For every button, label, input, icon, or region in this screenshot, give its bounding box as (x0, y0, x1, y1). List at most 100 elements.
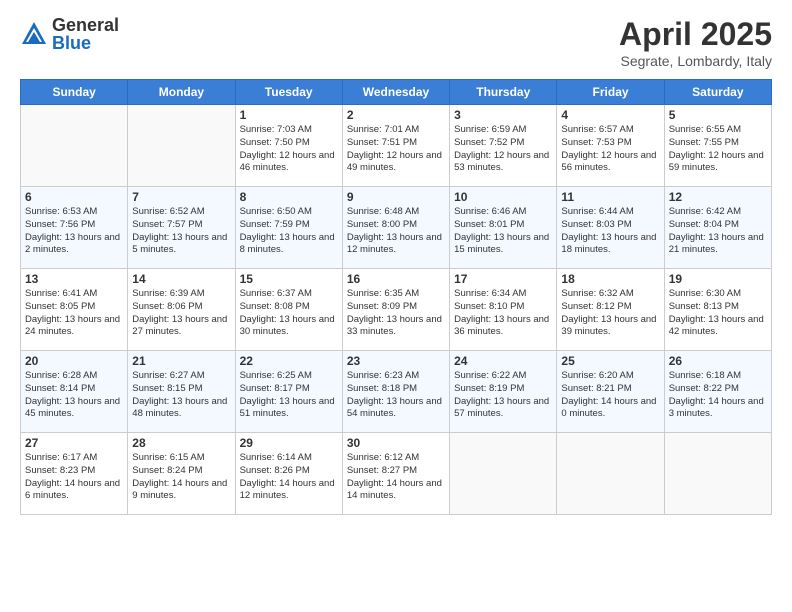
day-info: Sunrise: 6:22 AM Sunset: 8:19 PM Dayligh… (454, 370, 552, 421)
page: General Blue April 2025 Segrate, Lombard… (0, 0, 792, 612)
day-cell (664, 433, 771, 515)
day-cell: 8Sunrise: 6:50 AM Sunset: 7:59 PM Daylig… (235, 187, 342, 269)
day-cell: 29 Sunrise: 6:14 AM Sunset: 8:26 PM Dayli… (235, 433, 342, 515)
day-cell: 28 Sunrise: 6:15 AM Sunset: 8:24 PM Dayli… (128, 433, 235, 515)
col-saturday: Saturday (664, 80, 771, 105)
day-info: Sunrise: 6:28 AM Sunset: 8:14 PM Dayligh… (25, 370, 123, 421)
day-number: 6 (25, 190, 123, 204)
day-number: 4 (561, 108, 659, 122)
week-row-1: 6 Sunrise: 6:53 AM Sunset: 7:56 PM Daylig… (21, 187, 772, 269)
col-sunday: Sunday (21, 80, 128, 105)
week-row-2: 13 Sunrise: 6:41 AM Sunset: 8:05 PM Dayli… (21, 269, 772, 351)
col-monday: Monday (128, 80, 235, 105)
day-info: Sunrise: 6:41 AM Sunset: 8:05 PM Dayligh… (25, 288, 123, 339)
day-number: 9 (347, 190, 445, 204)
day-info: Sunrise: 6:14 AM Sunset: 8:26 PM Dayligh… (240, 452, 338, 503)
day-number: 15 (240, 272, 338, 286)
day-cell: 14Sunrise: 6:39 AM Sunset: 8:06 PM Dayli… (128, 269, 235, 351)
day-info: Sunrise: 6:30 AM Sunset: 8:13 PM Dayligh… (669, 288, 767, 339)
col-tuesday: Tuesday (235, 80, 342, 105)
day-cell: 18 Sunrise: 6:32 AM Sunset: 8:12 PM Dayli… (557, 269, 664, 351)
week-row-0: 1 Sunrise: 7:03 AM Sunset: 7:50 PM Daylig… (21, 105, 772, 187)
day-cell: 21 Sunrise: 6:27 AM Sunset: 8:15 PM Dayli… (128, 351, 235, 433)
day-info: Sunrise: 6:48 AM Sunset: 8:00 PM Dayligh… (347, 206, 445, 257)
day-number: 8 (240, 190, 338, 204)
day-info: Sunrise: 7:01 AM Sunset: 7:51 PM Dayligh… (347, 124, 445, 175)
day-number: 30 (347, 436, 445, 450)
day-cell: 16Sunrise: 6:35 AM Sunset: 8:09 PM Dayli… (342, 269, 449, 351)
logo: General Blue (20, 16, 119, 52)
week-row-3: 20 Sunrise: 6:28 AM Sunset: 8:14 PM Dayli… (21, 351, 772, 433)
day-number: 19 (669, 272, 767, 286)
logo-icon (20, 20, 48, 48)
day-cell (557, 433, 664, 515)
day-cell: 17 Sunrise: 6:34 AM Sunset: 8:10 PM Dayli… (450, 269, 557, 351)
day-number: 3 (454, 108, 552, 122)
day-info: Sunrise: 6:59 AM Sunset: 7:52 PM Dayligh… (454, 124, 552, 175)
day-cell: 3 Sunrise: 6:59 AM Sunset: 7:52 PM Daylig… (450, 105, 557, 187)
title-area: April 2025 Segrate, Lombardy, Italy (619, 16, 772, 69)
day-number: 11 (561, 190, 659, 204)
day-number: 12 (669, 190, 767, 204)
day-cell: 25 Sunrise: 6:20 AM Sunset: 8:21 PM Dayli… (557, 351, 664, 433)
day-cell: 19 Sunrise: 6:30 AM Sunset: 8:13 PM Dayli… (664, 269, 771, 351)
day-info: Sunrise: 6:46 AM Sunset: 8:01 PM Dayligh… (454, 206, 552, 257)
day-info: Sunrise: 6:12 AM Sunset: 8:27 PM Dayligh… (347, 452, 445, 503)
day-info: Sunrise: 6:20 AM Sunset: 8:21 PM Dayligh… (561, 370, 659, 421)
day-info: Sunrise: 6:25 AM Sunset: 8:17 PM Dayligh… (240, 370, 338, 421)
day-number: 25 (561, 354, 659, 368)
week-row-4: 27Sunrise: 6:17 AM Sunset: 8:23 PM Dayli… (21, 433, 772, 515)
day-cell: 15 Sunrise: 6:37 AM Sunset: 8:08 PM Dayli… (235, 269, 342, 351)
day-number: 20 (25, 354, 123, 368)
day-number: 27 (25, 436, 123, 450)
day-number: 2 (347, 108, 445, 122)
day-number: 21 (132, 354, 230, 368)
main-title: April 2025 (619, 16, 772, 53)
day-cell: 5 Sunrise: 6:55 AM Sunset: 7:55 PM Daylig… (664, 105, 771, 187)
day-info: Sunrise: 6:15 AM Sunset: 8:24 PM Dayligh… (132, 452, 230, 503)
day-info: Sunrise: 6:23 AM Sunset: 8:18 PM Dayligh… (347, 370, 445, 421)
day-info: Sunrise: 6:34 AM Sunset: 8:10 PM Dayligh… (454, 288, 552, 339)
day-info: Sunrise: 6:42 AM Sunset: 8:04 PM Dayligh… (669, 206, 767, 257)
day-number: 1 (240, 108, 338, 122)
day-cell (21, 105, 128, 187)
day-cell: 26Sunrise: 6:18 AM Sunset: 8:22 PM Dayli… (664, 351, 771, 433)
day-number: 7 (132, 190, 230, 204)
day-number: 16 (347, 272, 445, 286)
day-info: Sunrise: 6:37 AM Sunset: 8:08 PM Dayligh… (240, 288, 338, 339)
day-cell: 9 Sunrise: 6:48 AM Sunset: 8:00 PM Daylig… (342, 187, 449, 269)
day-cell: 20 Sunrise: 6:28 AM Sunset: 8:14 PM Dayli… (21, 351, 128, 433)
day-number: 28 (132, 436, 230, 450)
day-number: 5 (669, 108, 767, 122)
day-cell: 10 Sunrise: 6:46 AM Sunset: 8:01 PM Dayli… (450, 187, 557, 269)
day-cell: 7 Sunrise: 6:52 AM Sunset: 7:57 PM Daylig… (128, 187, 235, 269)
day-info: Sunrise: 6:27 AM Sunset: 8:15 PM Dayligh… (132, 370, 230, 421)
day-number: 13 (25, 272, 123, 286)
day-cell: 30 Sunrise: 6:12 AM Sunset: 8:27 PM Dayli… (342, 433, 449, 515)
header-row: Sunday Monday Tuesday Wednesday Thursday… (21, 80, 772, 105)
day-cell: 11Sunrise: 6:44 AM Sunset: 8:03 PM Dayli… (557, 187, 664, 269)
day-info: Sunrise: 6:55 AM Sunset: 7:55 PM Dayligh… (669, 124, 767, 175)
day-cell: 23Sunrise: 6:23 AM Sunset: 8:18 PM Dayli… (342, 351, 449, 433)
day-info: Sunrise: 6:32 AM Sunset: 8:12 PM Dayligh… (561, 288, 659, 339)
day-cell: 6 Sunrise: 6:53 AM Sunset: 7:56 PM Daylig… (21, 187, 128, 269)
day-cell: 22Sunrise: 6:25 AM Sunset: 8:17 PM Dayli… (235, 351, 342, 433)
day-cell: 24Sunrise: 6:22 AM Sunset: 8:19 PM Dayli… (450, 351, 557, 433)
day-number: 26 (669, 354, 767, 368)
day-cell: 2 Sunrise: 7:01 AM Sunset: 7:51 PM Daylig… (342, 105, 449, 187)
subtitle: Segrate, Lombardy, Italy (619, 53, 772, 69)
col-friday: Friday (557, 80, 664, 105)
day-cell: 4Sunrise: 6:57 AM Sunset: 7:53 PM Daylig… (557, 105, 664, 187)
day-number: 18 (561, 272, 659, 286)
day-info: Sunrise: 6:52 AM Sunset: 7:57 PM Dayligh… (132, 206, 230, 257)
day-info: Sunrise: 7:03 AM Sunset: 7:50 PM Dayligh… (240, 124, 338, 175)
day-cell (128, 105, 235, 187)
day-info: Sunrise: 6:53 AM Sunset: 7:56 PM Dayligh… (25, 206, 123, 257)
header: General Blue April 2025 Segrate, Lombard… (20, 16, 772, 69)
day-number: 10 (454, 190, 552, 204)
col-thursday: Thursday (450, 80, 557, 105)
day-number: 29 (240, 436, 338, 450)
day-cell: 1 Sunrise: 7:03 AM Sunset: 7:50 PM Daylig… (235, 105, 342, 187)
day-cell: 13 Sunrise: 6:41 AM Sunset: 8:05 PM Dayli… (21, 269, 128, 351)
day-number: 17 (454, 272, 552, 286)
